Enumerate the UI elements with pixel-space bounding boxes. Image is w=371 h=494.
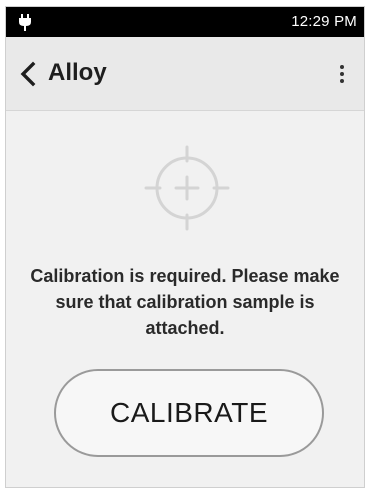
chevron-left-icon[interactable] <box>14 59 42 89</box>
main-content: Calibration is required. Please make sur… <box>6 111 364 487</box>
crosshair-target-icon <box>144 145 230 231</box>
status-bar: 12:29 PM <box>6 7 364 37</box>
status-time: 12:29 PM <box>291 13 357 30</box>
calibration-message: Calibration is required. Please make sur… <box>30 266 340 338</box>
page-title: Alloy <box>48 59 107 86</box>
more-vert-icon[interactable] <box>334 63 350 85</box>
calibrate-button[interactable]: CALIBRATE <box>54 369 324 457</box>
calibrate-button-label: CALIBRATE <box>109 397 269 428</box>
device-screen: 12:29 PM Alloy Calibration is required. … <box>5 6 365 488</box>
app-bar: Alloy <box>6 37 364 111</box>
plug-icon <box>19 14 31 31</box>
